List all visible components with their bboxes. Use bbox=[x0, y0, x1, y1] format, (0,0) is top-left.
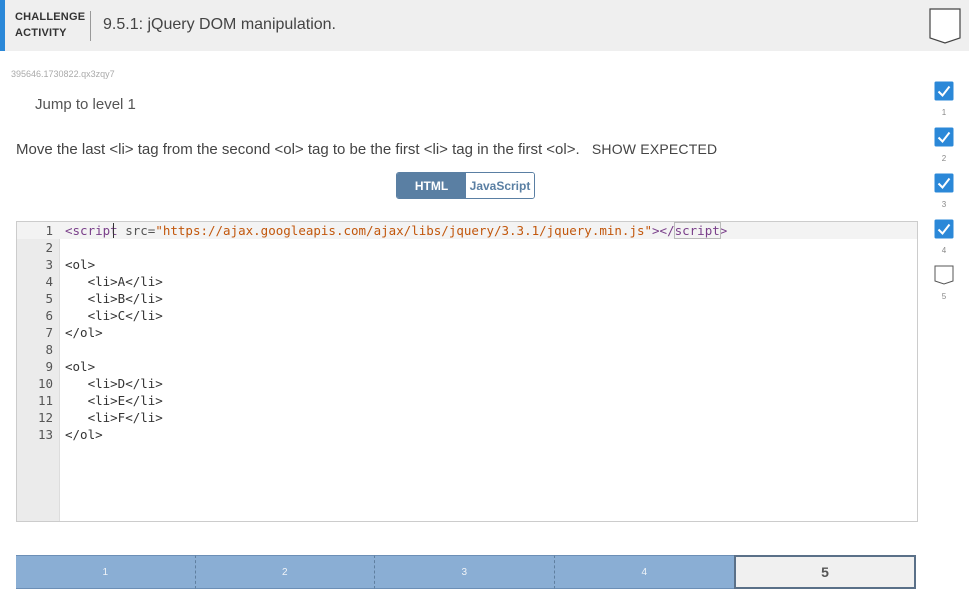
line-number: 10 bbox=[37, 376, 53, 391]
level-number: 2 bbox=[941, 154, 947, 163]
line-number: 6 bbox=[45, 308, 53, 323]
level-segment-1[interactable]: 1 bbox=[16, 555, 196, 589]
code-line[interactable]: 9 <ol> bbox=[17, 358, 917, 375]
line-text: <li>E</li> bbox=[65, 393, 163, 408]
line-number: 3 bbox=[45, 257, 53, 272]
code-line[interactable]: 6 <li>C</li> bbox=[17, 307, 917, 324]
code-editor[interactable]: 1 <script src="https://ajax.googleapis.c… bbox=[16, 221, 918, 522]
tab-html[interactable]: HTML bbox=[397, 173, 466, 198]
line-text: <li>F</li> bbox=[65, 410, 163, 425]
line-number: 8 bbox=[45, 342, 53, 357]
code-line[interactable]: 5 <li>B</li> bbox=[17, 290, 917, 307]
activity-title: 9.5.1: jQuery DOM manipulation. bbox=[103, 16, 336, 33]
tag-close-bracket: ></ bbox=[652, 223, 675, 238]
code-line[interactable]: 2 bbox=[17, 239, 917, 256]
level-number: 3 bbox=[941, 200, 947, 209]
line-text: <li>C</li> bbox=[65, 308, 163, 323]
line-text: <ol> bbox=[65, 359, 96, 374]
instructions: Move the last <li> tag from the second <… bbox=[16, 141, 717, 158]
level-number: 1 bbox=[941, 108, 947, 117]
level-completed-check-icon bbox=[934, 173, 954, 193]
level-completed-check-icon bbox=[934, 81, 954, 101]
level-completed-check-icon bbox=[934, 219, 954, 239]
tag-open-bracket: < bbox=[65, 223, 73, 238]
code-lines: 1 <script src="https://ajax.googleapis.c… bbox=[17, 222, 917, 443]
line-text: <li>A</li> bbox=[65, 274, 163, 289]
code-line[interactable]: 3 <ol> bbox=[17, 256, 917, 273]
level-completed-check-icon bbox=[934, 127, 954, 147]
text-cursor bbox=[113, 223, 114, 238]
tab-javascript[interactable]: JavaScript bbox=[466, 173, 534, 198]
language-toggle: HTML JavaScript bbox=[396, 172, 535, 199]
line-number: 4 bbox=[45, 274, 53, 289]
levels-bar: 12345 bbox=[16, 555, 916, 589]
line-number: 11 bbox=[37, 393, 53, 408]
line-text: <li>B</li> bbox=[65, 291, 163, 306]
level-number: 5 bbox=[941, 292, 947, 301]
code-line[interactable]: 8 bbox=[17, 341, 917, 358]
activity-type-line2: ACTIVITY bbox=[15, 27, 67, 39]
code-line[interactable]: 13 </ol> bbox=[17, 426, 917, 443]
line-number: 1 bbox=[45, 223, 53, 238]
line-number: 9 bbox=[45, 359, 53, 374]
line-text: </ol> bbox=[65, 427, 103, 442]
attr-value: "https://ajax.googleapis.com/ajax/libs/j… bbox=[155, 223, 653, 238]
activity-type-line1: CHALLENGE bbox=[15, 11, 86, 23]
activity-header: CHALLENGE ACTIVITY 9.5.1: jQuery DOM man… bbox=[0, 0, 969, 51]
line-text: <ol> bbox=[65, 257, 96, 272]
level-segment-2[interactable]: 2 bbox=[195, 555, 375, 589]
line-number: 12 bbox=[37, 410, 53, 425]
level-incomplete-icon bbox=[934, 265, 954, 285]
level-number: 4 bbox=[941, 246, 947, 255]
tag-end-bracket: > bbox=[719, 223, 728, 238]
attr-name: src= bbox=[117, 223, 156, 238]
activity-id: 395646.1730822.qx3zqy7 bbox=[11, 69, 115, 79]
line-number: 7 bbox=[45, 325, 53, 340]
header-divider bbox=[90, 11, 91, 41]
code-line[interactable]: 11 <li>E</li> bbox=[17, 392, 917, 409]
code-line[interactable]: 4 <li>A</li> bbox=[17, 273, 917, 290]
code-line[interactable]: 7 </ol> bbox=[17, 324, 917, 341]
code-line[interactable]: 12 <li>F</li> bbox=[17, 409, 917, 426]
show-expected-button[interactable]: SHOW EXPECTED bbox=[592, 141, 718, 157]
level-segment-5[interactable]: 5 bbox=[734, 555, 916, 589]
activity-type-label: CHALLENGE ACTIVITY bbox=[15, 9, 85, 41]
code-line[interactable]: 10 <li>D</li> bbox=[17, 375, 917, 392]
level-segment-3[interactable]: 3 bbox=[375, 555, 555, 589]
bookmark-icon[interactable] bbox=[929, 8, 961, 44]
level-segment-4[interactable]: 4 bbox=[554, 555, 734, 589]
code-line[interactable]: 1 <script src="https://ajax.googleapis.c… bbox=[17, 222, 917, 239]
line-number: 5 bbox=[45, 291, 53, 306]
instructions-text: Move the last <li> tag from the second <… bbox=[16, 141, 580, 158]
line-text: </ol> bbox=[65, 325, 103, 340]
line-number: 13 bbox=[37, 427, 53, 442]
jump-to-level-link[interactable]: Jump to level 1 bbox=[35, 96, 136, 113]
line-text: <li>D</li> bbox=[65, 376, 163, 391]
line-number: 2 bbox=[45, 240, 53, 255]
line-text: <script src="https://ajax.googleapis.com… bbox=[65, 222, 727, 239]
tag-name: script bbox=[72, 223, 118, 238]
closing-tag-name: script bbox=[673, 222, 721, 239]
